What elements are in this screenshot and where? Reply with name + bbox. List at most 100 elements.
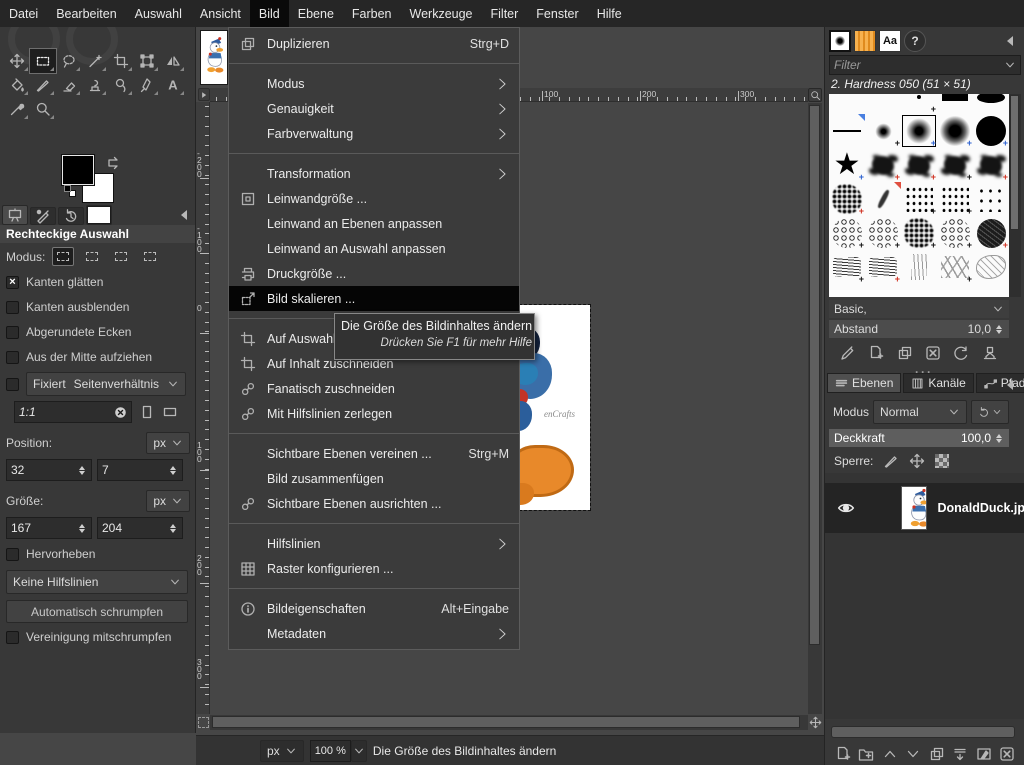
menu-item-bildeigenschaften[interactable]: BildeigenschaftenAlt+Eingabe xyxy=(229,596,519,621)
brush-item[interactable]: + xyxy=(901,94,937,114)
merge-layer-icon[interactable] xyxy=(952,746,968,762)
checkbox-2[interactable] xyxy=(6,326,19,339)
brush-item[interactable]: + xyxy=(937,250,973,284)
brush-item[interactable] xyxy=(973,94,1009,114)
tool-move-tool-icon[interactable] xyxy=(4,49,30,73)
layers-scrollbar[interactable] xyxy=(831,726,1015,738)
tab-patterns[interactable] xyxy=(854,30,876,52)
layer-mode-switch-button[interactable] xyxy=(971,400,1009,424)
menu-item-hilfslinien[interactable]: Hilfslinien xyxy=(229,531,519,556)
menu-item-metadaten[interactable]: Metadaten xyxy=(229,621,519,646)
statusbar-zoom-input[interactable]: 100 % xyxy=(310,740,351,762)
tool-zoom-tool-icon[interactable] xyxy=(30,97,56,121)
mode-intersect-button[interactable] xyxy=(139,247,161,266)
brush-grid[interactable]: +++++★++++++++++++++++ xyxy=(829,94,1009,297)
lock-position-icon[interactable] xyxy=(909,453,925,469)
layer-mask-icon[interactable] xyxy=(976,746,992,762)
open-brush-as-image-icon[interactable] xyxy=(982,345,998,361)
position-x-input[interactable]: 32 xyxy=(6,459,92,481)
tab-tool-options[interactable] xyxy=(2,205,28,225)
menu-item-raster-konfigurieren[interactable]: Raster konfigurieren ... xyxy=(229,556,519,581)
clear-icon[interactable] xyxy=(114,406,127,419)
brush-item[interactable]: + xyxy=(937,148,973,182)
dock-collapse-icon[interactable] xyxy=(1002,377,1016,391)
menubar-item-werkzeuge[interactable]: Werkzeuge xyxy=(401,0,482,27)
brush-item[interactable] xyxy=(829,114,865,148)
brush-item[interactable]: + xyxy=(901,182,937,216)
menu-item-fanatisch-zuschneiden[interactable]: Fanatisch zuschneiden xyxy=(229,376,519,401)
menu-item-modus[interactable]: Modus xyxy=(229,71,519,96)
zoom-follow-window-icon[interactable] xyxy=(808,88,822,102)
swap-colors-icon[interactable] xyxy=(106,155,119,168)
menu-item-transformation[interactable]: Transformation xyxy=(229,161,519,186)
menu-item-farbverwaltung[interactable]: Farbverwaltung xyxy=(229,121,519,146)
menu-item-leinwandgröße[interactable]: Leinwandgröße ... xyxy=(229,186,519,211)
brush-item[interactable]: ★+ xyxy=(829,148,865,182)
spinner[interactable] xyxy=(993,325,1004,334)
delete-brush-icon[interactable] xyxy=(925,345,941,361)
brush-filter-input[interactable]: Filter xyxy=(829,55,1021,75)
brush-item[interactable]: + xyxy=(901,148,937,182)
tab-fonts[interactable]: Aa xyxy=(879,30,901,52)
menu-item-leinwand-an-ebenen-anpassen[interactable]: Leinwand an Ebenen anpassen xyxy=(229,211,519,236)
refresh-brushes-icon[interactable] xyxy=(953,345,969,361)
layer-mode-dropdown[interactable]: Normal xyxy=(873,400,967,424)
foreground-color-swatch[interactable] xyxy=(62,155,94,185)
spinner[interactable] xyxy=(167,466,178,475)
mode-replace-button[interactable] xyxy=(52,247,74,266)
brush-spacing-slider[interactable]: Abstand 10,0 xyxy=(829,320,1009,338)
menubar-item-hilfe[interactable]: Hilfe xyxy=(588,0,631,27)
menubar-item-auswahl[interactable]: Auswahl xyxy=(126,0,191,27)
quick-mask-toggle-icon[interactable] xyxy=(198,717,209,728)
tab-layers[interactable]: Ebenen xyxy=(827,373,901,393)
statusbar-unit-dropdown[interactable]: px xyxy=(260,740,304,762)
landscape-icon[interactable] xyxy=(162,404,178,420)
new-layer-icon[interactable] xyxy=(835,746,851,762)
brush-item[interactable]: + xyxy=(937,182,973,216)
ratio-input[interactable]: 1:1 xyxy=(14,401,132,423)
brush-item[interactable] xyxy=(901,250,937,284)
brush-item[interactable]: + xyxy=(865,114,901,148)
vertical-ruler[interactable]: - 2 0 0- 1 0 001 0 02 0 03 0 04 0 0 xyxy=(196,102,210,714)
navigation-icon[interactable] xyxy=(809,716,822,729)
tool-color-picker-tool-icon[interactable] xyxy=(4,97,30,121)
duplicate-brush-icon[interactable] xyxy=(897,345,913,361)
menu-item-bild-skalieren[interactable]: Bild skalieren ... xyxy=(229,286,519,311)
position-unit-dropdown[interactable]: px xyxy=(146,432,190,454)
spinner[interactable] xyxy=(167,524,178,533)
menubar-item-bild[interactable]: Bild xyxy=(250,0,289,27)
checkbox-3[interactable] xyxy=(6,351,19,364)
brush-item[interactable]: + xyxy=(829,250,865,284)
layer-opacity-slider[interactable]: Deckkraft 100,0 xyxy=(829,429,1009,447)
menu-item-mit-hilfslinien-zerlegen[interactable]: Mit Hilfslinien zerlegen xyxy=(229,401,519,426)
menubar-item-ebene[interactable]: Ebene xyxy=(289,0,343,27)
tab-device-status[interactable] xyxy=(30,207,56,225)
fg-bg-color-widget[interactable] xyxy=(62,155,132,203)
brush-item[interactable] xyxy=(865,182,901,216)
edit-brush-icon[interactable] xyxy=(840,345,856,361)
menu-item-genauigkeit[interactable]: Genauigkeit xyxy=(229,96,519,121)
position-y-input[interactable]: 7 xyxy=(97,459,183,481)
brush-item[interactable]: + xyxy=(973,216,1009,250)
menubar-item-bearbeiten[interactable]: Bearbeiten xyxy=(47,0,125,27)
brush-item[interactable]: + xyxy=(865,148,901,182)
spinner[interactable] xyxy=(993,434,1004,443)
lower-layer-icon[interactable] xyxy=(905,746,921,762)
guides-dropdown[interactable]: Keine Hilfslinien xyxy=(6,570,188,594)
tool-paintbrush-tool-icon[interactable] xyxy=(30,73,56,97)
menubar-item-ansicht[interactable]: Ansicht xyxy=(191,0,250,27)
brush-item[interactable]: + xyxy=(937,216,973,250)
layer-visibility-icon[interactable] xyxy=(837,499,855,517)
layer-row-donaldduck[interactable]: DonaldDuck.jp xyxy=(825,483,1024,533)
canvas-menu-icon[interactable] xyxy=(198,88,210,101)
default-colors-icon[interactable] xyxy=(64,185,76,197)
tool-path-tool-icon[interactable] xyxy=(134,73,160,97)
tool-eraser-tool-icon[interactable] xyxy=(56,73,82,97)
image-tab-thumbnail[interactable] xyxy=(200,30,228,85)
menubar-item-farben[interactable]: Farben xyxy=(343,0,401,27)
menu-item-leinwand-an-auswahl-anpassen[interactable]: Leinwand an Auswahl anpassen xyxy=(229,236,519,261)
tab-image-thumb[interactable] xyxy=(86,205,112,225)
tool-transform-tool-icon[interactable] xyxy=(134,49,160,73)
layer-name[interactable]: DonaldDuck.jp xyxy=(937,501,1024,515)
tool-rect-select-tool-icon[interactable] xyxy=(30,49,56,73)
